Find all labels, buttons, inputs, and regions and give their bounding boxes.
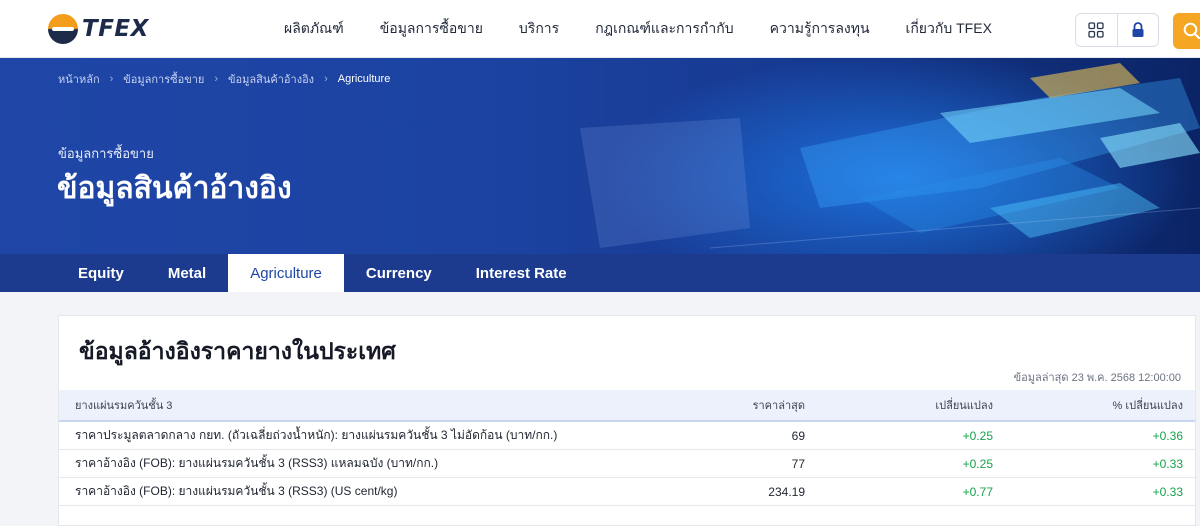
search-icon [1183, 22, 1200, 40]
lock-icon [1132, 22, 1144, 37]
nav-item-trading-data[interactable]: ข้อมูลการซื้อขาย [380, 18, 483, 40]
last-updated-text: ข้อมูลล่าสุด 23 พ.ค. 2568 12:00:00 [1013, 372, 1181, 384]
apps-button[interactable] [1076, 14, 1117, 46]
table-row: ราคาประมูลตลาดกลาง กยท. (ถัวเฉลี่ยถ่วงน้… [59, 422, 1195, 450]
page-title: ข้อมูลสินค้าอ้างอิง [57, 172, 292, 205]
breadcrumb: หน้าหลัก › ข้อมูลการซื้อขาย › ข้อมูลสินค… [58, 70, 390, 88]
apps-grid-icon [1088, 22, 1105, 38]
nav-item-investment-knowledge[interactable]: ความรู้การลงทุน [770, 18, 870, 40]
column-header-change: เปลี่ยนแปลง [935, 400, 993, 412]
row-change: +0.77 [962, 484, 993, 499]
breadcrumb-current: Agriculture [337, 73, 391, 85]
row-percent-change: +0.33 [1152, 456, 1183, 471]
row-last-price: 234.19 [768, 484, 805, 499]
chevron-right-icon: › [214, 73, 219, 85]
table-row: ราคาอ้างอิง (FOB): ยางแผ่นรมควันชั้น 3 (… [59, 450, 1195, 478]
nav-item-regulations[interactable]: กฎเกณฑ์และการกำกับ [595, 18, 733, 40]
tab-currency[interactable]: Currency [344, 254, 454, 292]
column-header-last-price: ราคาล่าสุด [752, 400, 805, 412]
nav-tools-group [1075, 13, 1159, 47]
table-header: ยางแผ่นรมควันชั้น 3 ราคาล่าสุด เปลี่ยนแป… [59, 390, 1195, 422]
category-tabs: Equity Metal Agriculture Currency Intere… [0, 254, 1200, 292]
table-row: ราคาอ้างอิง (FOB): ยางแผ่นรมควันชั้น 3 (… [59, 478, 1195, 506]
page-subtitle: ข้อมูลการซื้อขาย [58, 146, 154, 161]
search-button[interactable] [1173, 13, 1200, 49]
breadcrumb-reference-data[interactable]: ข้อมูลสินค้าอ้างอิง [228, 70, 314, 88]
card-title: ข้อมูลอ้างอิงราคายางในประเทศ [79, 338, 396, 364]
tab-agriculture[interactable]: Agriculture [228, 254, 344, 292]
breadcrumb-trading-data[interactable]: ข้อมูลการซื้อขาย [123, 70, 204, 88]
tfex-logo[interactable]: TFEX [48, 14, 149, 44]
row-percent-change: +0.36 [1152, 428, 1183, 443]
page-hero-banner: หน้าหลัก › ข้อมูลการซื้อขาย › ข้อมูลสินค… [0, 58, 1200, 292]
tab-interest-rate[interactable]: Interest Rate [454, 254, 589, 292]
row-name: ราคาอ้างอิง (FOB): ยางแผ่นรมควันชั้น 3 (… [75, 456, 439, 470]
tab-metal[interactable]: Metal [146, 254, 228, 292]
tab-equity[interactable]: Equity [56, 254, 146, 292]
row-name: ราคาประมูลตลาดกลาง กยท. (ถัวเฉลี่ยถ่วงน้… [75, 428, 558, 442]
nav-item-services[interactable]: บริการ [519, 18, 559, 40]
row-percent-change: +0.33 [1152, 484, 1183, 499]
rubber-price-card: ข้อมูลอ้างอิงราคายางในประเทศ ข้อมูลล่าสุ… [58, 315, 1196, 526]
row-last-price: 69 [791, 428, 805, 443]
nav-item-products[interactable]: ผลิตภัณฑ์ [284, 18, 344, 40]
column-header-item: ยางแผ่นรมควันชั้น 3 [75, 400, 173, 412]
column-header-percent-change: % เปลี่ยนแปลง [1112, 400, 1183, 412]
chevron-right-icon: › [109, 73, 114, 85]
row-name: ราคาอ้างอิง (FOB): ยางแผ่นรมควันชั้น 3 (… [75, 484, 398, 498]
nav-item-about[interactable]: เกี่ยวกับ TFEX [906, 18, 992, 40]
login-button[interactable] [1116, 14, 1158, 46]
hero-decoration [580, 63, 1200, 249]
top-navbar: TFEX ผลิตภัณฑ์ ข้อมูลการซื้อขาย บริการ ก… [0, 0, 1200, 58]
main-nav: ผลิตภัณฑ์ ข้อมูลการซื้อขาย บริการ กฎเกณฑ… [284, 0, 1028, 58]
rubber-price-table: ยางแผ่นรมควันชั้น 3 ราคาล่าสุด เปลี่ยนแป… [59, 390, 1195, 506]
row-change: +0.25 [962, 456, 993, 471]
tfex-logo-icon [48, 14, 78, 44]
row-last-price: 77 [791, 456, 805, 471]
chevron-right-icon: › [324, 73, 328, 85]
breadcrumb-home[interactable]: หน้าหลัก [58, 70, 100, 88]
row-change: +0.25 [962, 428, 993, 443]
logo-text: TFEX [82, 16, 149, 42]
